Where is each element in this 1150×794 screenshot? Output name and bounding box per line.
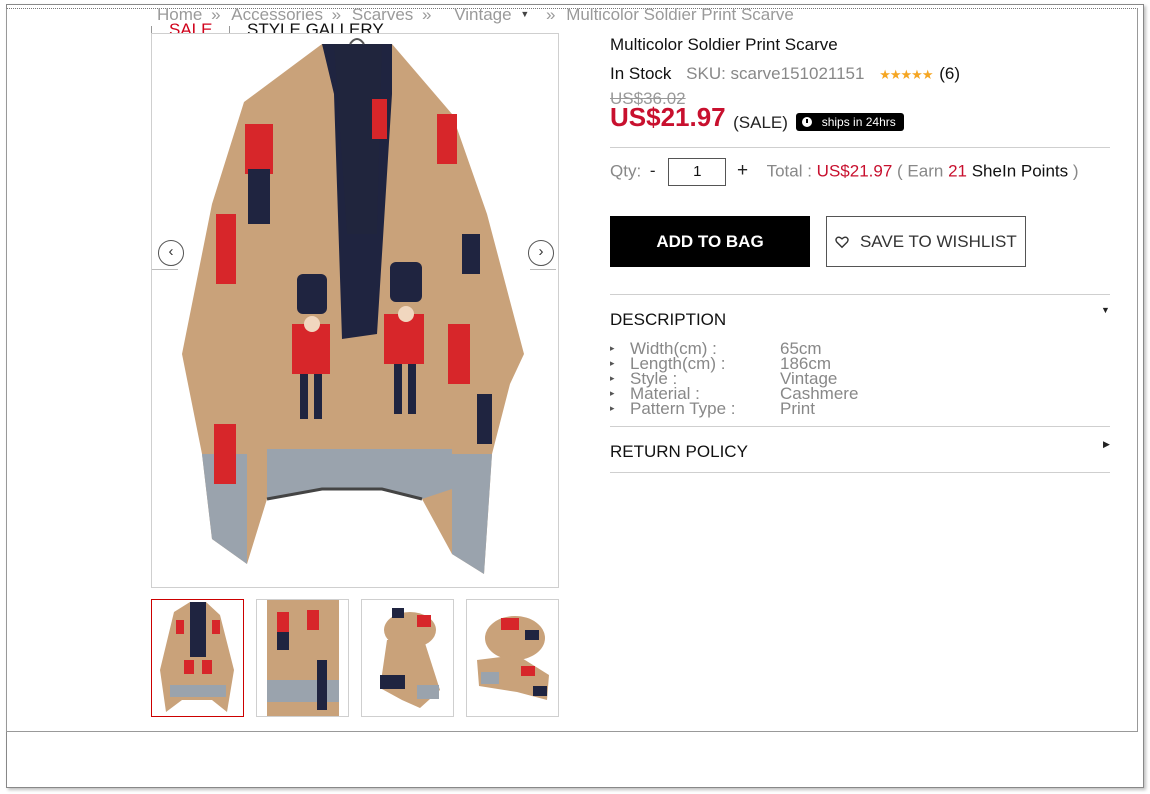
thumbnail-2[interactable] xyxy=(256,599,349,717)
earn-open: ( Earn xyxy=(897,161,944,181)
total-value: US$21.97 xyxy=(816,161,893,181)
thumbnail-4[interactable] xyxy=(466,599,559,717)
qty-increase-button[interactable]: + xyxy=(737,160,748,181)
caret-down-icon[interactable]: ▼ xyxy=(1101,305,1110,315)
divider xyxy=(610,147,1110,148)
chevron-left-icon[interactable]: ‹ xyxy=(158,240,184,266)
description-value: Print xyxy=(780,399,815,418)
scarf-illustration xyxy=(182,38,524,574)
nav-line xyxy=(530,269,556,270)
thumbnail-3[interactable] xyxy=(361,599,454,717)
breadcrumb-separator: » xyxy=(545,5,556,24)
thumbnail-image xyxy=(380,608,440,708)
add-to-bag-button[interactable]: ADD TO BAG xyxy=(610,216,810,267)
star-rating-icon[interactable]: ★★★★★ xyxy=(879,67,933,82)
ships-badge: ships in 24hrs xyxy=(796,112,904,131)
stock-status: In Stock xyxy=(610,64,672,83)
wishlist-label: SAVE TO WISHLIST xyxy=(859,232,1017,251)
qty-label: Qty: xyxy=(610,161,642,181)
chevron-right-icon[interactable]: › xyxy=(528,240,554,266)
breadcrumb-current: Multicolor Soldier Print Scarve xyxy=(566,5,794,24)
caret-right-icon[interactable]: ▶ xyxy=(1103,439,1110,450)
description-key: Pattern Type : xyxy=(630,399,736,418)
stock-row: In Stock SKU: scarve151021151 ★★★★★ (6) xyxy=(610,64,960,84)
total-label: Total : xyxy=(766,161,812,181)
price-row: US$21.97 (SALE) ships in 24hrs xyxy=(610,102,904,133)
thumbnail-image xyxy=(267,600,339,716)
return-policy-header[interactable]: RETURN POLICY xyxy=(610,442,748,462)
bullet-icon: ▸ xyxy=(610,388,615,398)
save-to-wishlist-button[interactable]: SAVE TO WISHLIST xyxy=(826,216,1026,267)
main-product-image[interactable]: ‹ › xyxy=(151,33,559,588)
earn-close: ) xyxy=(1072,161,1079,181)
qty-decrease-button[interactable]: - xyxy=(650,161,656,180)
sale-tag: (SALE) xyxy=(733,112,788,132)
sale-price: US$21.97 xyxy=(610,102,726,132)
description-header[interactable]: DESCRIPTION xyxy=(610,310,726,330)
clock-icon xyxy=(802,116,813,127)
breadcrumb-separator: » xyxy=(211,5,221,24)
quantity-input[interactable]: 1 xyxy=(668,158,727,186)
caret-down-icon[interactable]: ▼ xyxy=(520,3,529,25)
nav-line xyxy=(152,269,178,270)
bullet-icon: ▸ xyxy=(610,403,615,413)
product-title: Multicolor Soldier Print Scarve xyxy=(610,35,838,54)
thumbnail-1[interactable] xyxy=(151,599,244,717)
bullet-icon: ▸ xyxy=(610,373,615,383)
divider xyxy=(610,472,1110,473)
breadcrumb-separator: » xyxy=(422,5,432,24)
divider xyxy=(610,294,1110,295)
ships-badge-text: ships in 24hrs xyxy=(821,114,896,129)
heart-icon xyxy=(835,236,849,249)
points-value: 21 xyxy=(948,161,967,181)
bullet-icon: ▸ xyxy=(610,343,615,353)
sku-text: SKU: scarve151021151 xyxy=(686,64,865,83)
quantity-row: Qty: - 1 + Total : US$21.97 ( Earn 21 Sh… xyxy=(610,158,1079,188)
divider xyxy=(610,426,1110,427)
bullet-icon: ▸ xyxy=(610,358,615,368)
breadcrumb-vintage[interactable]: Vintage xyxy=(454,4,511,26)
shein-points-link[interactable]: SheIn Points xyxy=(972,161,1068,180)
thumbnail-image xyxy=(160,602,234,712)
review-count[interactable]: (6) xyxy=(939,64,960,83)
thumbnail-image xyxy=(477,616,549,700)
